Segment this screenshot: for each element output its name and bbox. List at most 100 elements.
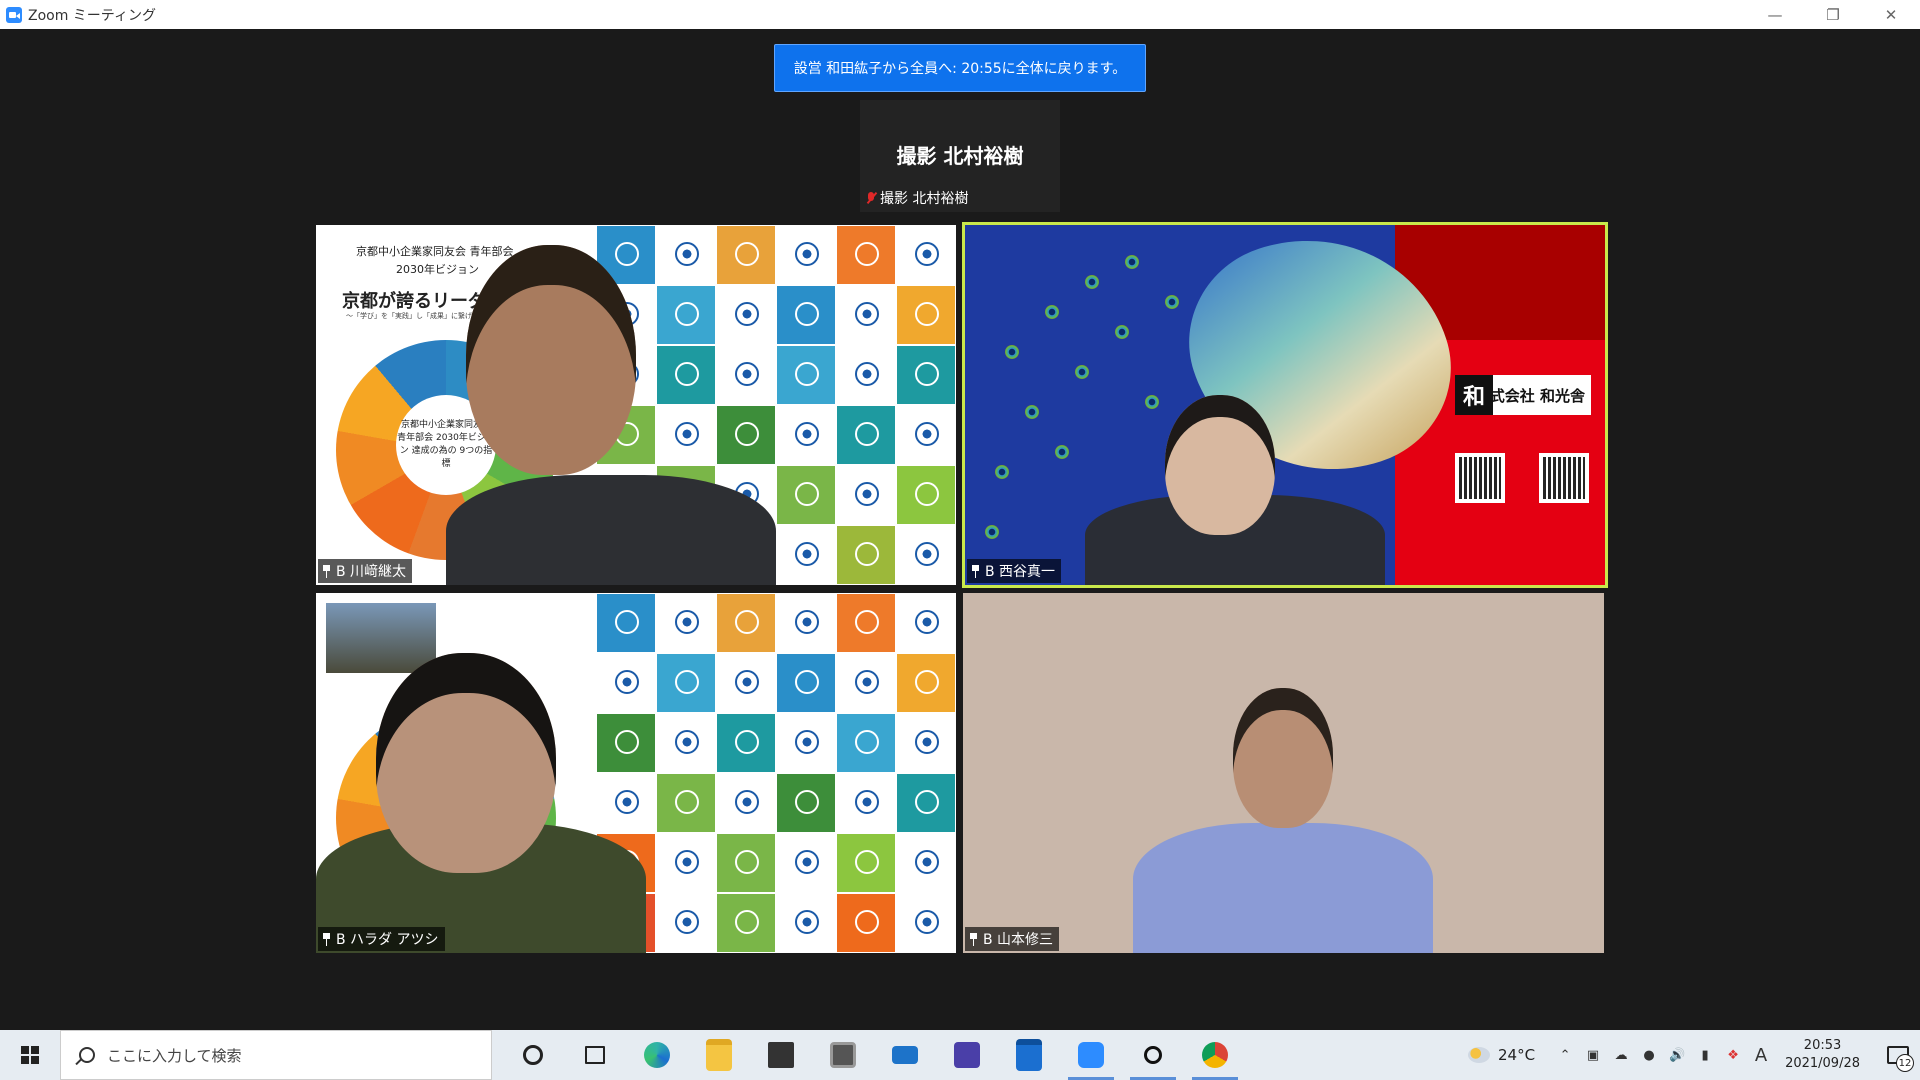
goal-icon	[855, 910, 879, 934]
close-icon[interactable]: ✕	[1862, 0, 1920, 29]
logo-icon	[795, 910, 819, 934]
goal-icon	[915, 302, 939, 326]
grid-cell	[776, 285, 836, 345]
goal-icon	[795, 482, 819, 506]
feather-eye	[995, 465, 1009, 479]
goal-icon	[675, 302, 699, 326]
minimize-icon[interactable]: —	[1746, 0, 1804, 29]
photos-icon[interactable]	[812, 1030, 874, 1080]
active-speaker-tile[interactable]: 撮影 北村裕樹 撮影 北村裕樹	[860, 100, 1060, 212]
logo-icon	[735, 362, 759, 386]
chrome-icon[interactable]	[1184, 1030, 1246, 1080]
goal-icon	[795, 670, 819, 694]
logo-icon	[915, 610, 939, 634]
microphone-icon[interactable]: ●	[1638, 1044, 1660, 1066]
grid-cell	[656, 345, 716, 405]
grid-cell	[776, 465, 836, 525]
taskbar-search-box[interactable]: ここに入力して検索	[60, 1030, 492, 1080]
goal-icon	[915, 362, 939, 386]
task-view-icon[interactable]	[564, 1030, 626, 1080]
grid-cell	[896, 833, 956, 893]
logo-icon	[615, 790, 639, 814]
feather-eye	[985, 525, 999, 539]
grid-cell	[896, 893, 956, 953]
grid-cell	[776, 773, 836, 833]
edge-icon[interactable]	[626, 1030, 688, 1080]
chevron-up-icon[interactable]: ⌃	[1554, 1044, 1576, 1066]
grid-cell	[776, 713, 836, 773]
title-bar: Zoom ミーティング — ❐ ✕	[0, 0, 1920, 29]
zoom-icon[interactable]	[1060, 1030, 1122, 1080]
grid-cell	[716, 833, 776, 893]
video-tile-2[interactable]: 和 株式会社 和光舎 B 西谷真一	[962, 222, 1608, 588]
goal-icon	[735, 730, 759, 754]
logo-icon	[675, 730, 699, 754]
notification-center[interactable]: 12	[1876, 1030, 1920, 1080]
participant-name: B ハラダ アツシ	[336, 932, 439, 948]
feather-eye	[1075, 365, 1089, 379]
logo-icon	[915, 850, 939, 874]
video-tile-3[interactable]: B ハラダ アツシ	[316, 593, 956, 953]
dropbox-icon[interactable]: ❖	[1722, 1044, 1744, 1066]
goal-icon	[855, 730, 879, 754]
battery-icon[interactable]: ▮	[1694, 1044, 1716, 1066]
feather-eye	[1115, 325, 1129, 339]
feather-eye	[1045, 305, 1059, 319]
logo-icon	[795, 850, 819, 874]
goal-icon	[735, 850, 759, 874]
grid-cell	[836, 405, 896, 465]
grid-cell	[776, 833, 836, 893]
company-logo: 和 株式会社 和光舎	[1455, 375, 1591, 415]
calendar-icon[interactable]	[998, 1030, 1060, 1080]
logo-icon	[735, 790, 759, 814]
store-icon[interactable]	[750, 1030, 812, 1080]
grid-cell	[656, 893, 716, 953]
grid-cell	[836, 713, 896, 773]
goal-icon	[855, 610, 879, 634]
logo-icon	[855, 482, 879, 506]
clock[interactable]: 20:53 2021/09/28	[1785, 1037, 1860, 1073]
ime-indicator[interactable]: A	[1750, 1044, 1772, 1066]
restore-icon[interactable]: ❐	[1804, 0, 1862, 29]
goal-icon	[735, 242, 759, 266]
logo-icon	[795, 610, 819, 634]
system-tray: 24°C ⌃ ▣ ☁ ● 🔊 ▮ ❖ A 20:53 2021/09/28 12	[1468, 1030, 1920, 1080]
cortana-icon[interactable]	[502, 1030, 564, 1080]
grid-cell	[776, 593, 836, 653]
grid-cell	[716, 405, 776, 465]
grid-cell	[836, 593, 896, 653]
feather-eye	[1165, 295, 1179, 309]
chat-notification[interactable]: 設営 和田紘子から全員へ: 20:55に全体に戻ります。	[774, 44, 1146, 92]
app-icon[interactable]	[1122, 1030, 1184, 1080]
file-explorer-icon[interactable]	[688, 1030, 750, 1080]
pin-icon	[322, 564, 331, 578]
onedrive-icon[interactable]: ☁	[1610, 1044, 1632, 1066]
app-icon[interactable]	[936, 1030, 998, 1080]
logo-icon	[795, 542, 819, 566]
volume-icon[interactable]: 🔊	[1666, 1044, 1688, 1066]
grid-cell	[896, 285, 956, 345]
grid-cell	[836, 465, 896, 525]
grid-cell	[656, 593, 716, 653]
mail-icon[interactable]	[874, 1030, 936, 1080]
logo-icon	[795, 730, 819, 754]
participant-name-tag: B 川﨑継太	[318, 559, 413, 583]
video-tile-1[interactable]: 京都中小企業家同友会 青年部会 2030年ビジョン 京都が誇るリーダーになろう …	[316, 225, 956, 585]
active-speaker-name-tag: 撮影 北村裕樹	[866, 188, 968, 208]
meet-now-icon[interactable]: ▣	[1582, 1044, 1604, 1066]
grid-cell	[716, 653, 776, 713]
zoom-app-icon	[6, 6, 22, 23]
taskbar-apps	[502, 1030, 1246, 1080]
company-logo-mark: 和	[1455, 375, 1493, 415]
logo-icon	[855, 302, 879, 326]
active-speaker-label: 撮影 北村裕樹	[880, 191, 969, 207]
grid-cell	[716, 773, 776, 833]
grid-cell	[656, 713, 716, 773]
video-tile-4[interactable]: B 山本修三	[963, 593, 1604, 953]
participant-name: B 川﨑継太	[336, 564, 407, 580]
grid-cell	[656, 653, 716, 713]
weather-widget[interactable]: 24°C	[1468, 1046, 1535, 1064]
grid-cell	[836, 773, 896, 833]
start-button[interactable]	[0, 1030, 60, 1080]
grid-cell	[776, 893, 836, 953]
